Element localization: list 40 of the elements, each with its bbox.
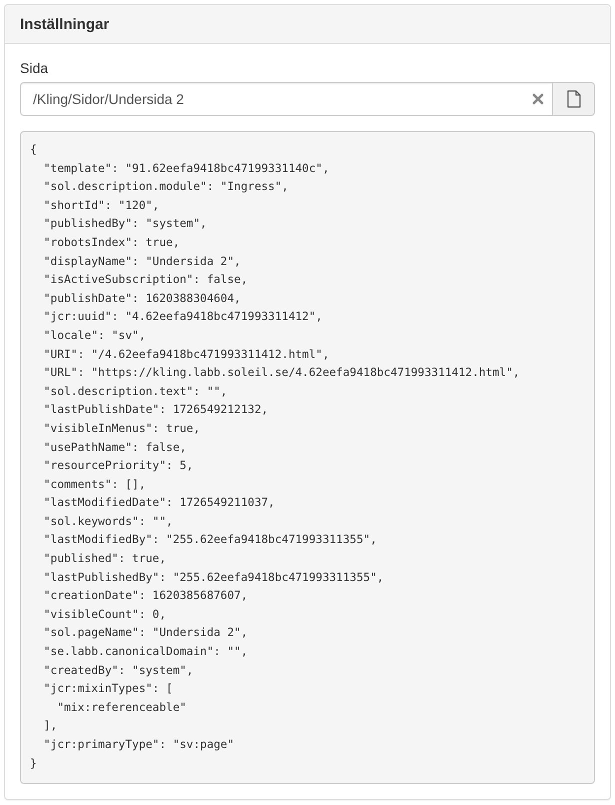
code-line: "lastPublishDate": 1726549212132,: [42, 402, 270, 418]
code-line: "sol.description.text": "",: [42, 384, 228, 400]
code-line: "creationDate": 1620385687607,: [42, 588, 249, 604]
code-line: "sol.keywords": "",: [42, 514, 174, 530]
code-line: "shortId": "120",: [42, 198, 160, 214]
code-line: "visibleInMenus": true,: [42, 420, 202, 437]
code-line: "jcr:uuid": "4.62eefa9418bc471993311412",: [42, 309, 324, 326]
code-line: "lastPublishedBy": "255.62eefa9418bc471993311355",: [42, 570, 385, 586]
code-line: "se.labb.canonicalDomain": "",: [42, 644, 249, 660]
code-line: "usePathName": false,: [42, 440, 188, 456]
code-line: "lastModifiedDate": 1726549211037,: [42, 495, 276, 512]
code-line: "URL": "https://kling.labb.soleil.se/4.62eefa9418bc471993311412.html",: [42, 365, 521, 382]
code-line: "createdBy": "system",: [42, 662, 194, 679]
code-line: "displayName": "Undersida 2",: [42, 254, 242, 270]
page-path-field[interactable]: /Kling/Sidor/Undersida 2: [20, 82, 553, 116]
browse-page-button[interactable]: [553, 82, 595, 116]
code-line: "published": true,: [42, 551, 168, 568]
code-line: "isActiveSubscription": false,: [42, 272, 249, 288]
code-line: "URI": "/4.62eefa9418bc471993311412.html",: [42, 346, 330, 363]
code-line: ],: [42, 718, 58, 734]
code-line: "sol.description.module": "Ingress",: [42, 179, 290, 196]
code-line: }: [30, 756, 38, 772]
code-line: "comments": [],: [42, 476, 147, 493]
code-line: "publishedBy": "system",: [42, 216, 208, 232]
code-line: "sol.pageName": "Undersida 2",: [42, 625, 249, 642]
code-line: "jcr:mixinTypes": [: [42, 681, 174, 698]
panel-title: Inställningar: [20, 16, 110, 32]
code-line: "resourcePriority": 5,: [42, 458, 194, 474]
code-line: "robotsIndex": true,: [42, 234, 181, 251]
code-line: "template": "91.62eefa9418bc47199331140c",: [42, 160, 330, 177]
code-line: {: [30, 142, 38, 158]
code-line: "jcr:primaryType": "sv:page": [42, 737, 236, 753]
code-line: "mix:referenceable": [56, 700, 188, 716]
code-line: "visibleCount": 0,: [42, 606, 168, 623]
code-line: "lastModifiedBy": "255.62eefa9418bc471993311355",: [42, 532, 378, 548]
document-icon: [566, 90, 580, 108]
field-label: Sida: [20, 60, 50, 76]
code-line: "publishDate": 1620388304604,: [42, 290, 242, 307]
clear-icon[interactable]: [532, 93, 544, 105]
code-line: "locale": "sv",: [42, 328, 147, 344]
